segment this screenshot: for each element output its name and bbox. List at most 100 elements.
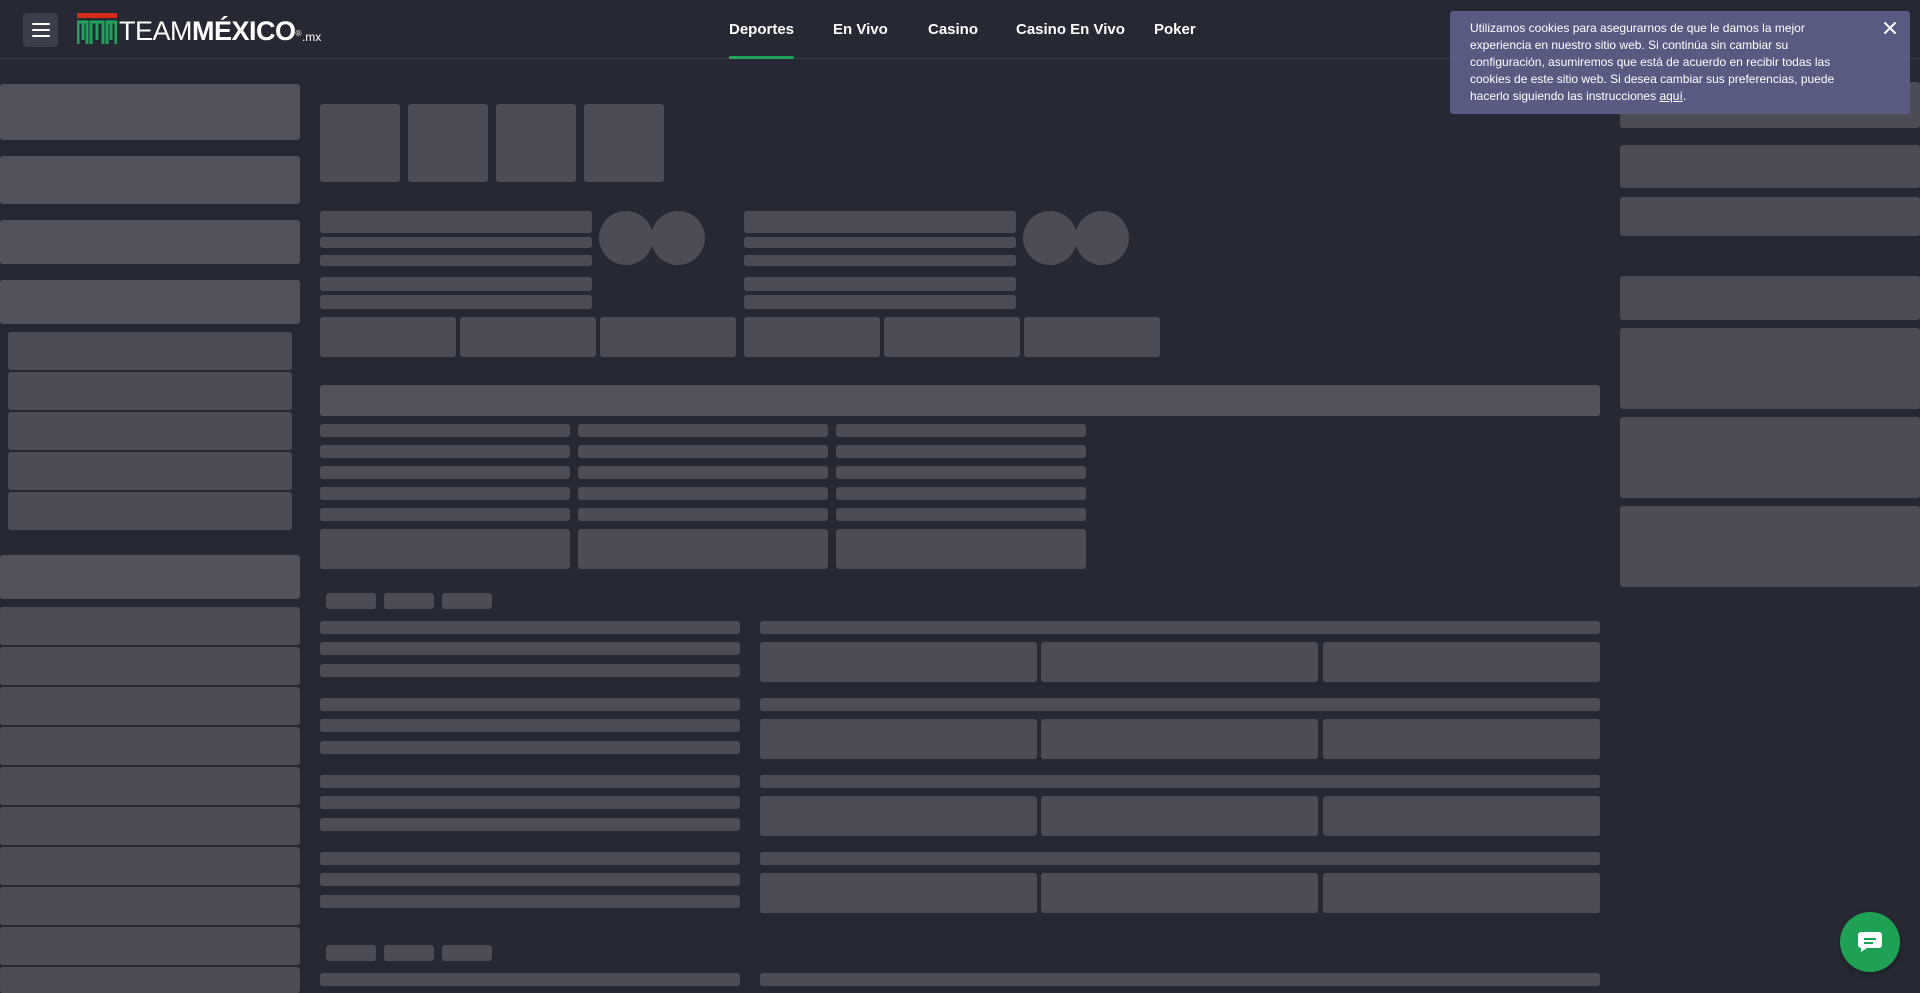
skeleton-odd [1041, 796, 1318, 836]
skeleton-block [0, 847, 300, 885]
skeleton-tab [384, 945, 434, 961]
skeleton-odd [760, 873, 1037, 913]
skeleton-block [0, 607, 300, 645]
skeleton-line [836, 424, 1086, 437]
skeleton-line [836, 466, 1086, 479]
skeleton-odd [1041, 719, 1318, 759]
skeleton-line [320, 487, 570, 500]
skeleton-circle [599, 211, 653, 265]
skeleton-line [320, 895, 740, 908]
skeleton-tile [584, 104, 664, 182]
hamburger-menu-button[interactable] [23, 13, 58, 47]
skeleton-tab [442, 593, 492, 609]
close-icon[interactable] [1880, 19, 1900, 39]
skeleton-odd [1323, 873, 1600, 913]
skeleton-line [320, 621, 740, 634]
skeleton-line [578, 508, 828, 521]
skeleton-odd [1024, 317, 1160, 357]
skeleton-line [578, 487, 828, 500]
skeleton-line [836, 445, 1086, 458]
skeleton-tile [496, 104, 576, 182]
skeleton-line [760, 852, 1600, 865]
skeleton-block [8, 332, 292, 370]
skeleton-line [744, 211, 1016, 233]
skeleton-line [320, 741, 740, 754]
skeleton-line [744, 295, 1016, 309]
skeleton-line [320, 255, 592, 266]
skeleton-line [836, 508, 1086, 521]
skeleton-line [744, 237, 1016, 248]
chat-button[interactable] [1840, 912, 1900, 972]
skeleton-circle [651, 211, 705, 265]
skeleton-odd [578, 529, 828, 569]
skeleton-line [760, 621, 1600, 634]
skeleton-line [578, 424, 828, 437]
skeleton-block [0, 84, 300, 140]
skeleton-block [1620, 417, 1920, 498]
skeleton-block [1620, 197, 1920, 236]
skeleton-line [744, 255, 1016, 266]
skeleton-block [0, 927, 300, 965]
skeleton-line [760, 698, 1600, 711]
skeleton-odd [320, 529, 570, 569]
skeleton-banner [320, 385, 1600, 416]
skeleton-tile [408, 104, 488, 182]
skeleton-line [578, 445, 828, 458]
skeleton-block [0, 807, 300, 845]
nav-en-vivo[interactable]: En Vivo [833, 0, 888, 59]
skeleton-line [320, 664, 740, 677]
skeleton-line [578, 466, 828, 479]
cookie-message: Utilizamos cookies para asegurarnos de q… [1470, 20, 1860, 105]
skeleton-odd [600, 317, 736, 357]
skeleton-block [8, 492, 292, 530]
skeleton-line [320, 852, 740, 865]
skeleton-line [320, 466, 570, 479]
nav-deportes[interactable]: Deportes [729, 0, 795, 59]
skeleton-block [0, 280, 300, 324]
skeleton-block [0, 647, 300, 685]
skeleton-odd [744, 317, 880, 357]
skeleton-block [0, 156, 300, 204]
skeleton-block [8, 412, 292, 450]
skeleton-odd [1323, 642, 1600, 682]
skeleton-block [0, 767, 300, 805]
skeleton-line [320, 295, 592, 309]
skeleton-circle [1023, 211, 1077, 265]
team-mexico-logo-icon [77, 13, 117, 44]
skeleton-block [0, 727, 300, 765]
site-logo[interactable]: TEAMMÉXICO® .mx [77, 13, 321, 45]
chat-bubble-icon [1858, 932, 1882, 952]
nav-poker[interactable]: Poker [1154, 0, 1196, 59]
skeleton-line [320, 424, 570, 437]
skeleton-tab [326, 593, 376, 609]
skeleton-line [320, 277, 592, 291]
skeleton-line [320, 873, 740, 886]
skeleton-odd [760, 719, 1037, 759]
skeleton-block [8, 452, 292, 490]
skeleton-block [0, 687, 300, 725]
skeleton-odd [1041, 873, 1318, 913]
skeleton-line [320, 445, 570, 458]
skeleton-odd [1323, 796, 1600, 836]
nav-casino[interactable]: Casino [928, 0, 978, 59]
skeleton-odd [1041, 642, 1318, 682]
skeleton-odd [460, 317, 596, 357]
skeleton-odd [836, 529, 1086, 569]
skeleton-block [1620, 328, 1920, 409]
skeleton-odd [760, 642, 1037, 682]
skeleton-odd [1323, 719, 1600, 759]
cookie-text-end: . [1682, 89, 1687, 103]
skeleton-line [320, 211, 592, 233]
skeleton-block [1620, 276, 1920, 320]
skeleton-odd [884, 317, 1020, 357]
skeleton-line [320, 508, 570, 521]
cookie-preferences-link[interactable]: aquí [1659, 89, 1682, 103]
skeleton-line [320, 698, 740, 711]
hamburger-line [31, 23, 50, 25]
skeleton-block [0, 887, 300, 925]
skeleton-tab [442, 945, 492, 961]
cookie-text: Utilizamos cookies para asegurarnos de q… [1470, 21, 1835, 103]
skeleton-block [1620, 506, 1920, 587]
skeleton-line [320, 818, 740, 831]
nav-casino-en-vivo[interactable]: Casino En Vivo [1016, 0, 1125, 59]
